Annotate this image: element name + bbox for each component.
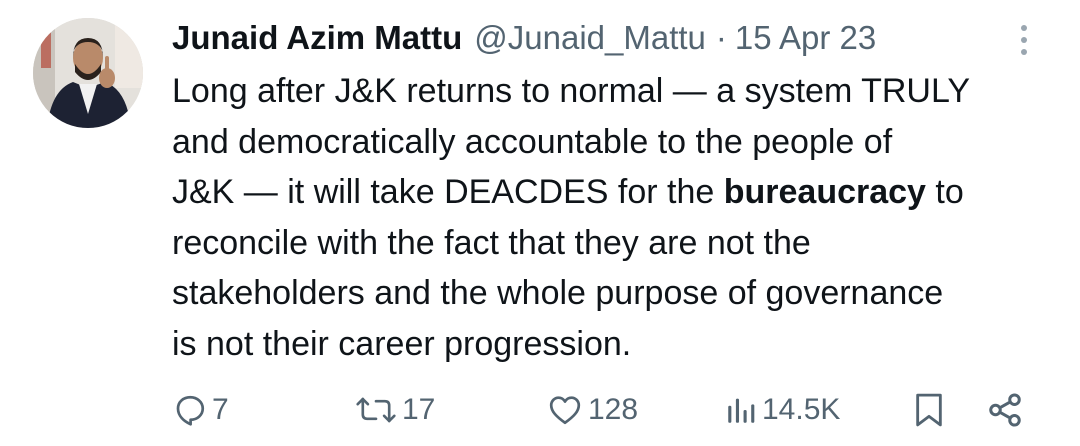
avatar-image (33, 18, 143, 128)
tweet-actions: 7 17 128 14.5K (0, 380, 1080, 440)
more-vertical-icon[interactable] (1012, 22, 1036, 58)
author-handle[interactable]: @Junaid_Mattu (474, 19, 706, 57)
like-count: 128 (588, 393, 639, 426)
tweet-text-fragment: J&K — it will take DEACDES for the (172, 173, 724, 211)
reply-count: 7 (212, 393, 229, 426)
share-button[interactable] (986, 380, 1024, 440)
tweet-text-bold: bureaucracy (723, 173, 926, 211)
tweet-text-line: J&K — it will take DEACDES for the burea… (172, 167, 1062, 218)
reply-icon (172, 392, 208, 428)
views-icon (724, 392, 758, 428)
bookmark-button[interactable] (912, 380, 946, 440)
tweet-text: Long after J&K returns to normal — a sys… (172, 66, 1062, 369)
tweet-text-line: stakeholders and the whole purpose of go… (172, 274, 944, 312)
views-count: 14.5K (762, 393, 841, 426)
author-display-name[interactable]: Junaid Azim Mattu (172, 19, 462, 57)
tweet-text-line: reconcile with the fact that they are no… (172, 223, 811, 262)
tweet-text-line: Long after J&K returns to normal — a sys… (172, 72, 971, 110)
tweet-text-line: and democratically accountable to the pe… (172, 122, 893, 161)
repost-button[interactable]: 17 (354, 380, 435, 440)
tweet-header: Junaid Azim Mattu @Junaid_Mattu · 15 Apr… (172, 14, 876, 62)
repost-icon (354, 392, 398, 428)
header-separator: · (715, 19, 727, 56)
tweet-text-line: is not their career progression. (172, 324, 632, 363)
tweet-text-fragment: to (925, 173, 964, 211)
like-button[interactable]: 128 (546, 380, 638, 440)
views-button[interactable]: 14.5K (724, 380, 840, 440)
avatar[interactable] (33, 18, 143, 128)
tweet-date[interactable]: 15 Apr 23 (735, 19, 876, 57)
tweet[interactable]: Junaid Azim Mattu @Junaid_Mattu · 15 Apr… (0, 0, 1080, 446)
share-icon (986, 391, 1024, 429)
repost-count: 17 (402, 393, 436, 426)
reply-button[interactable]: 7 (172, 380, 229, 440)
heart-icon (546, 392, 584, 428)
bookmark-icon (912, 391, 946, 429)
